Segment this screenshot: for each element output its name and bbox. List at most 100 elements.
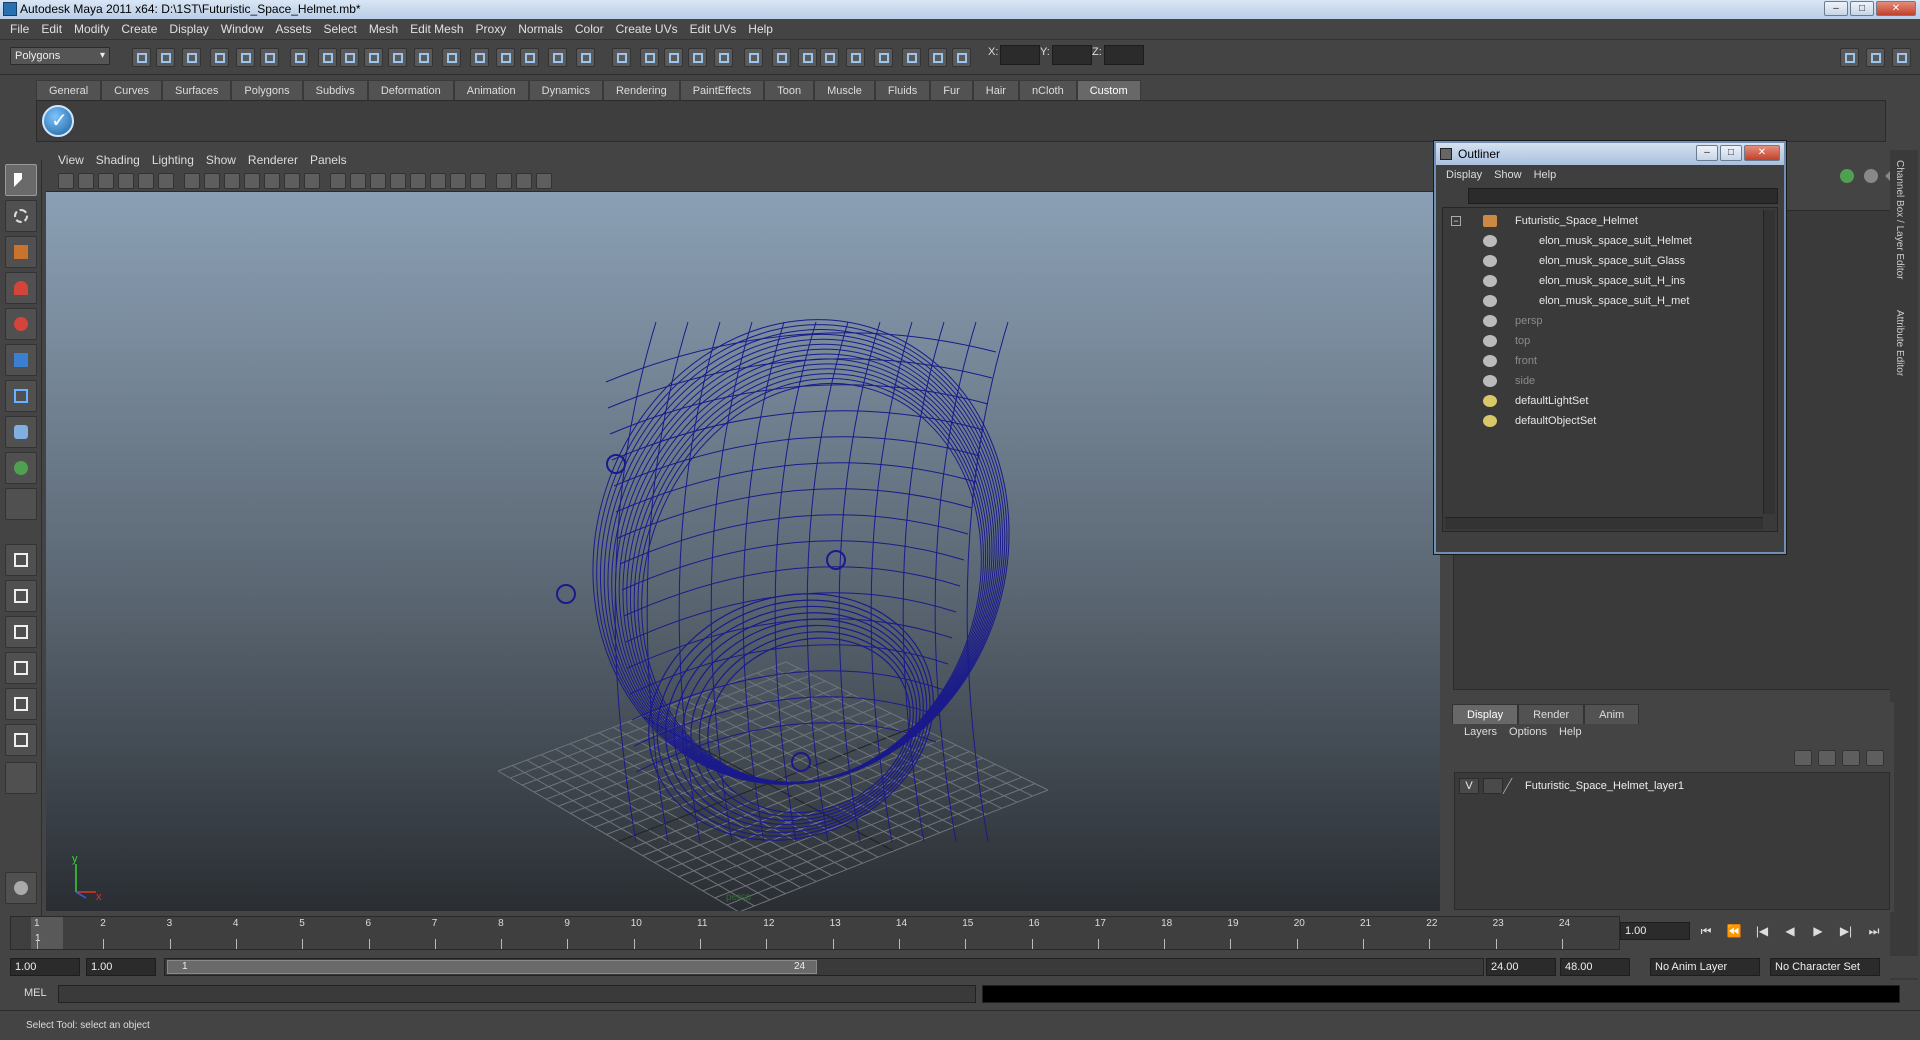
panel-menu-shading[interactable]: Shading [90,153,146,167]
step-forward-frame-button[interactable]: ▶| [1835,924,1857,938]
shelf-tab-toon[interactable]: Toon [764,80,815,100]
use-lights-icon[interactable] [410,173,426,189]
resolution-gate-icon[interactable] [224,173,240,189]
paint-brush-icon[interactable] [5,872,37,904]
current-frame-field[interactable]: 1.00 [1620,922,1690,940]
universal-manipulator-icon[interactable] [5,380,37,412]
collapse-toggle-icon[interactable]: − [1451,216,1461,226]
render-globals-icon[interactable] [744,48,763,67]
shelf-tab-ncloth[interactable]: nCloth [1018,80,1077,100]
open-scene-icon[interactable] [156,48,175,67]
y-input[interactable] [1052,45,1092,65]
render-settings-icon[interactable] [576,48,595,67]
step-back-frame-button[interactable]: |◀ [1751,924,1773,938]
xray-icon[interactable] [496,173,512,189]
wireframe-on-shaded-icon[interactable] [370,173,386,189]
perspective-viewport[interactable]: y x persp [46,192,1440,911]
display-settings-icon[interactable] [772,48,791,67]
make-live-icon[interactable] [388,48,407,67]
layer-visibility-toggle[interactable]: V [1459,778,1479,794]
shelf-tab-deformation[interactable]: Deformation [367,80,454,100]
outliner-menu-help[interactable]: Help [1528,169,1563,181]
safe-action-icon[interactable] [284,173,300,189]
layer-tab-render[interactable]: Render [1518,704,1585,724]
layer-color-swatch[interactable] [1502,778,1524,794]
custom-layout-icon[interactable] [5,724,37,756]
ambient-occlusion-icon[interactable] [450,173,466,189]
new-scene-icon[interactable] [132,48,151,67]
absolute-transform-icon[interactable] [846,48,865,67]
shelf-tab-rendering[interactable]: Rendering [602,80,680,100]
rename-icon[interactable] [902,48,921,67]
field-chart-icon[interactable] [264,173,280,189]
tab-attribute-editor[interactable]: Attribute Editor [1894,310,1905,376]
toggle-channelbox-icon[interactable] [1866,48,1885,67]
layer-tab-display[interactable]: Display [1452,704,1519,724]
select-component-icon[interactable] [260,48,279,67]
safe-title-icon[interactable] [304,173,320,189]
menu-help[interactable]: Help [742,22,779,36]
outliner-item[interactable]: defaultObjectSet [1443,412,1763,430]
move-layer-up-icon[interactable] [1794,750,1812,766]
outliner-filter-input[interactable] [1468,188,1778,204]
hypershade-layout-icon[interactable] [5,688,37,720]
textured-icon[interactable] [390,173,406,189]
gate-mask-icon[interactable] [244,173,260,189]
custom-shelf-check-icon[interactable] [42,105,74,137]
camera-attributes-icon[interactable] [78,173,94,189]
menu-proxy[interactable]: Proxy [470,22,513,36]
playback-start-field[interactable]: 1.00 [86,958,156,976]
attributes-icon[interactable] [798,48,817,67]
construction-history-icon[interactable] [664,48,683,67]
z-input[interactable] [1104,45,1144,65]
shelf-tab-painteffects[interactable]: PaintEffects [679,80,765,100]
outliner-horizontal-scrollbar[interactable] [1445,517,1763,529]
paint-select-tool-icon[interactable] [5,236,37,268]
menu-modify[interactable]: Modify [68,22,115,36]
menu-set-dropdown[interactable]: Polygons [10,47,110,65]
menu-normals[interactable]: Normals [512,22,569,36]
animation-end-field[interactable]: 48.00 [1560,958,1630,976]
script-editor-icon[interactable] [952,48,971,67]
lasso-tool-icon[interactable] [5,200,37,232]
shadows-icon[interactable] [430,173,446,189]
grease-pencil-icon[interactable] [158,173,174,189]
select-object-icon[interactable] [236,48,255,67]
lock-icon[interactable] [442,48,461,67]
shelf-tab-polygons[interactable]: Polygons [231,80,303,100]
x-input[interactable] [1000,45,1040,65]
panel-menu-show[interactable]: Show [200,153,242,167]
menu-mesh[interactable]: Mesh [363,22,404,36]
layer-menu-help[interactable]: Help [1553,726,1588,738]
menu-edit[interactable]: Edit [35,22,68,36]
outliner-close-button[interactable]: ✕ [1744,145,1780,161]
scale-tool-icon[interactable] [5,344,37,376]
outliner-item[interactable]: top [1443,332,1763,350]
shelf-tab-muscle[interactable]: Muscle [814,80,875,100]
select-camera-icon[interactable] [58,173,74,189]
layer-icon[interactable] [1864,169,1878,183]
toggle-sidebar-icon[interactable] [1840,48,1859,67]
playback-end-field[interactable]: 24.00 [1486,958,1556,976]
snap-curve-icon[interactable] [318,48,337,67]
shelf-tab-fur[interactable]: Fur [930,80,973,100]
menu-color[interactable]: Color [569,22,610,36]
create-empty-layer-icon[interactable] [1842,750,1860,766]
soft-modification-icon[interactable] [5,416,37,448]
go-to-end-button[interactable]: ⏭ [1863,924,1885,939]
isolate-select-icon[interactable] [470,173,486,189]
panel-menu-lighting[interactable]: Lighting [146,153,200,167]
outliner-menu-show[interactable]: Show [1488,169,1528,181]
outliner-item[interactable]: elon_musk_space_suit_Glass [1443,252,1763,270]
menu-create[interactable]: Create [115,22,163,36]
hypershade-icon[interactable] [714,48,733,67]
range-slider-handle[interactable]: 1 24 [167,960,817,974]
history-icon[interactable] [414,48,433,67]
range-slider[interactable]: 1 24 [164,958,1484,976]
last-tool-icon[interactable] [5,488,37,520]
shelf-tab-curves[interactable]: Curves [101,80,162,100]
bookmark-icon[interactable] [98,173,114,189]
shelf-tab-general[interactable]: General [36,80,102,100]
relative-transform-icon[interactable] [874,48,893,67]
outliner-item[interactable]: persp [1443,312,1763,330]
